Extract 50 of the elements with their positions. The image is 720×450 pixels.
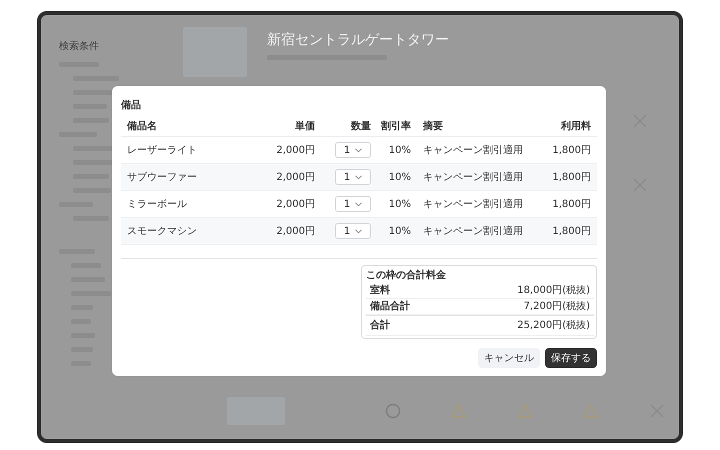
- column-header: 割引率: [380, 119, 411, 133]
- table-cell-text: 1,800円: [551, 144, 591, 157]
- table-cell-text: 1,800円: [551, 171, 591, 184]
- table-cell-text: レーザーライト: [127, 144, 198, 157]
- table-cell-text: 1,800円: [551, 198, 591, 211]
- faded-text-line: [73, 90, 113, 95]
- chevron-down-icon: [355, 174, 362, 180]
- column-header: 備品名: [127, 120, 158, 133]
- save-button[interactable]: 保存する: [545, 348, 597, 368]
- summary-value: 18,000円(税抜): [517, 284, 590, 297]
- table-cell-text: ミラーボール: [127, 198, 188, 211]
- table-cell-text: 10%: [388, 198, 411, 210]
- table-cell-text: 10%: [388, 226, 411, 236]
- cancel-button[interactable]: キャンセル: [478, 348, 540, 368]
- chevron-down-icon: [355, 202, 362, 206]
- faded-text-line: [73, 188, 111, 193]
- faded-text-line: [73, 146, 113, 151]
- summary-value: 25,200円(税抜): [517, 319, 590, 332]
- table-cell-text: キャンペーン割引適用: [422, 170, 524, 184]
- quantity-select[interactable]: 1: [335, 169, 371, 185]
- table-cell-text: キャンペーン割引適用: [422, 198, 524, 211]
- section-title: 備品: [121, 98, 142, 112]
- venue-title: 新宿セントラルゲートタワー: [267, 31, 449, 49]
- table-cell-text: 10%: [388, 172, 411, 182]
- faded-text-line: [71, 291, 111, 296]
- sidebar-title: 検索条件: [59, 40, 100, 53]
- chevron-down-icon: [355, 228, 362, 234]
- quantity-select[interactable]: 1: [335, 223, 371, 239]
- chevron-down-icon: [355, 148, 362, 152]
- summary-title: この枠の合計料金: [366, 269, 447, 283]
- quantity-select[interactable]: 1: [335, 196, 371, 212]
- table-cell-text: サブウーファー: [127, 170, 198, 184]
- column-header: 摘要: [422, 119, 444, 133]
- summary-label: 室料: [370, 284, 390, 297]
- table-cell-text: キャンペーン割引適用: [422, 144, 524, 157]
- table-cell-text: スモークマシン: [127, 225, 198, 238]
- summary-label: 合計: [370, 319, 390, 332]
- table-cell-text: 2,000円: [275, 144, 315, 157]
- table-cell-text: 2,000円: [275, 198, 315, 211]
- summary-value: 7,200円(税抜): [524, 300, 590, 313]
- column-header: 利用料: [560, 120, 591, 133]
- summary-label: 備品合計: [370, 300, 410, 313]
- quantity-select[interactable]: 1: [335, 142, 371, 158]
- table-cell-text: 10%: [388, 144, 411, 156]
- table-cell-text: 2,000円: [275, 171, 315, 184]
- table-cell-text: 2,000円: [275, 225, 315, 238]
- table-cell-text: キャンペーン割引適用: [422, 224, 524, 238]
- column-header: 数量: [350, 120, 371, 133]
- column-header: 単価: [294, 120, 315, 133]
- table-cell-text: 1,800円: [551, 225, 591, 238]
